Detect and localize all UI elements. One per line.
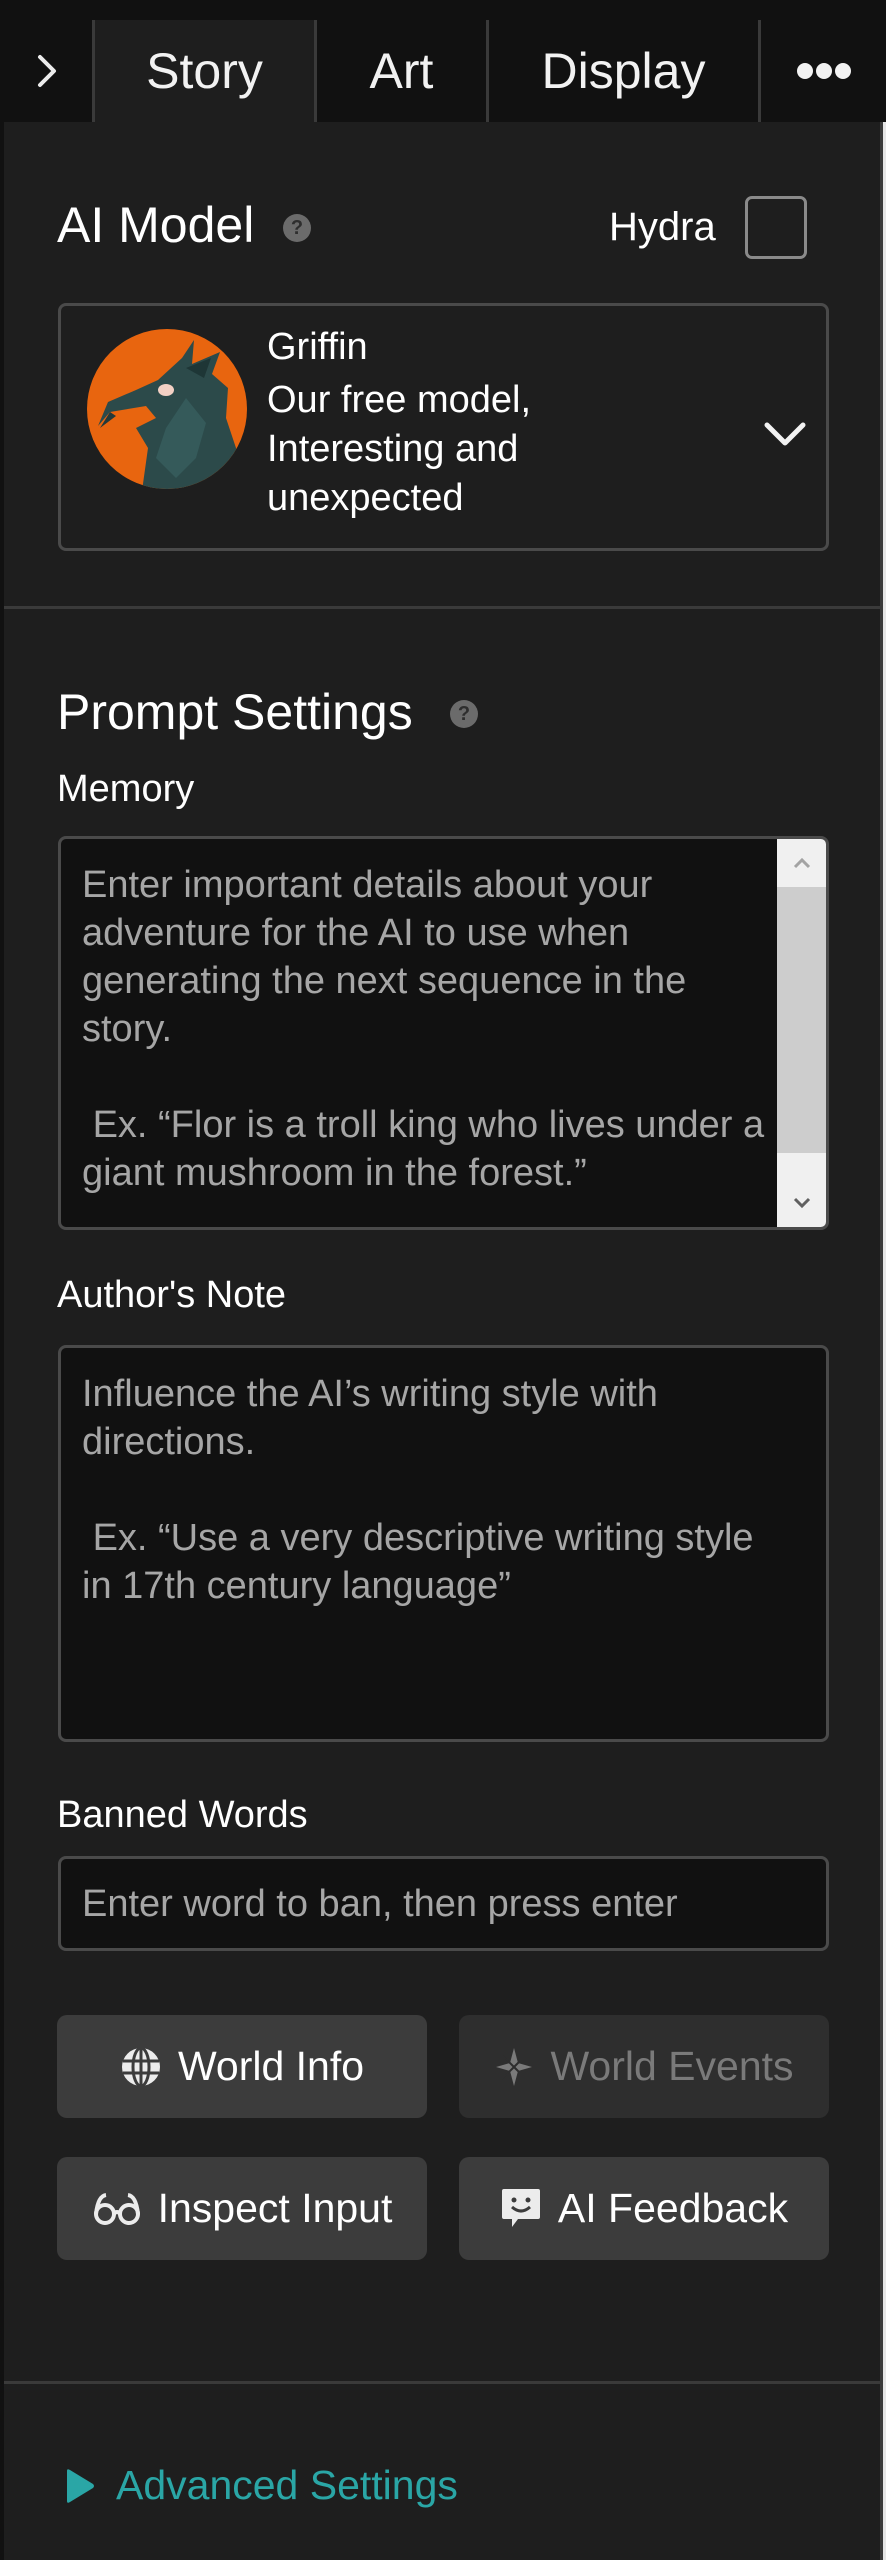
advanced-settings-toggle[interactable]: Advanced Settings (64, 2462, 458, 2509)
scrollbar-thumb[interactable] (777, 887, 826, 1153)
hydra-checkbox[interactable] (745, 196, 807, 259)
glasses-icon (93, 2192, 140, 2225)
ai-feedback-label: AI Feedback (557, 2185, 789, 2231)
help-circle-icon[interactable]: ? (283, 214, 311, 242)
chevron-down-icon (764, 422, 806, 446)
tab-art[interactable]: Art (317, 20, 486, 122)
authors-note-textarea[interactable]: Influence the AI’s writing style with di… (58, 1345, 829, 1742)
chevron-up-icon (793, 857, 811, 869)
more-options-button[interactable] (761, 20, 886, 122)
world-events-label: World Events (550, 2043, 794, 2089)
memory-scrollbar[interactable] (777, 839, 826, 1227)
model-selector-dropdown[interactable]: Griffin Our free model, Interesting and … (58, 303, 829, 551)
ai-feedback-button[interactable]: AI Feedback (459, 2157, 829, 2260)
tab-label: Art (369, 43, 434, 99)
section-divider (4, 2381, 880, 2384)
banned-words-input[interactable]: Enter word to ban, then press enter (58, 1856, 829, 1951)
model-description: Our free model, Interesting and unexpect… (267, 379, 531, 519)
banned-words-label: Banned Words (57, 1794, 308, 1836)
banned-words-placeholder: Enter word to ban, then press enter (82, 1883, 678, 1925)
help-circle-icon[interactable]: ? (450, 700, 478, 728)
inspect-input-label: Inspect Input (157, 2185, 393, 2231)
feedback-smile-icon (501, 2188, 540, 2227)
authors-note-label: Author's Note (57, 1274, 287, 1316)
inspect-input-button[interactable]: Inspect Input (57, 2157, 427, 2260)
tab-display[interactable]: Display (489, 20, 758, 122)
scroll-down-button[interactable] (777, 1179, 826, 1227)
tab-story[interactable]: Story (95, 20, 314, 122)
section-divider (4, 606, 880, 609)
memory-textarea[interactable]: Enter important details about your adven… (58, 836, 829, 1230)
model-name: Griffin (267, 326, 368, 368)
memory-placeholder: Enter important details about your adven… (82, 864, 765, 1194)
chevron-down-icon (793, 1197, 811, 1209)
griffin-avatar (87, 329, 247, 489)
memory-label: Memory (57, 768, 195, 810)
prompt-settings-title: Prompt Settings (57, 684, 413, 740)
scroll-up-button[interactable] (777, 839, 826, 887)
chevron-right-icon (37, 55, 56, 87)
world-events-button[interactable]: World Events (459, 2015, 829, 2118)
hydra-label: Hydra (609, 205, 716, 249)
authors-note-placeholder: Influence the AI’s writing style with di… (82, 1373, 754, 1607)
caret-right-icon (67, 2468, 94, 2503)
world-info-label: World Info (177, 2043, 365, 2089)
tab-bar: Story Art Display (0, 0, 886, 122)
more-horizontal-icon (796, 63, 851, 79)
sparkle-icon (496, 2047, 533, 2086)
advanced-settings-label: Advanced Settings (116, 2462, 458, 2508)
ai-model-title: AI Model (57, 197, 255, 253)
tab-label: Story (146, 43, 263, 99)
collapse-panel-button[interactable] (0, 20, 93, 122)
world-info-button[interactable]: World Info (57, 2015, 427, 2118)
tab-label: Display (541, 43, 706, 99)
globe-icon (121, 2046, 160, 2087)
